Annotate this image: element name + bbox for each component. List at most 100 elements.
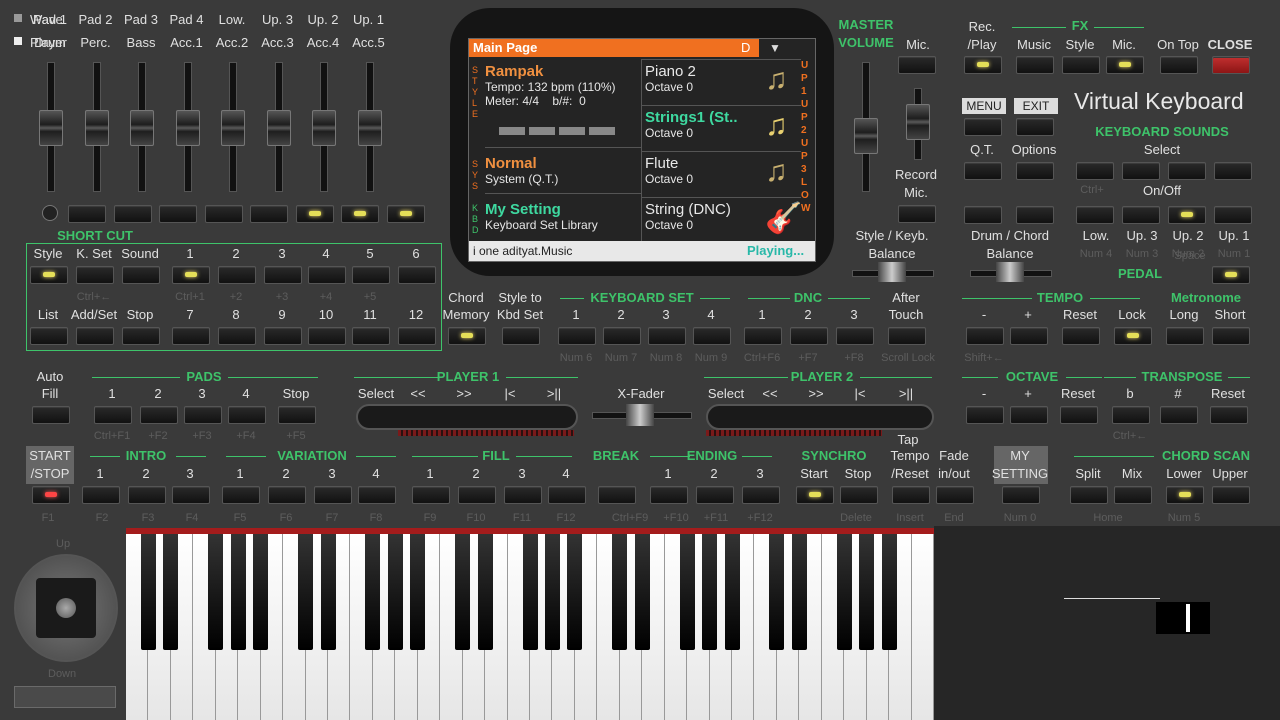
- black-key[interactable]: [612, 534, 628, 650]
- fader-knob[interactable]: [130, 110, 154, 146]
- top-right-button[interactable]: [1062, 56, 1100, 74]
- shortcut-row2-button[interactable]: [122, 327, 160, 345]
- master-mic-button[interactable]: [898, 56, 936, 74]
- black-key[interactable]: [769, 534, 785, 650]
- metro-long-button[interactable]: [1166, 327, 1204, 345]
- top-right-button[interactable]: [964, 56, 1002, 74]
- black-key[interactable]: [455, 534, 471, 650]
- drum-chord-knob[interactable]: [996, 262, 1024, 282]
- black-key[interactable]: [298, 534, 314, 650]
- mixer-mute-button[interactable]: [295, 205, 334, 223]
- shortcut-row2-button[interactable]: [76, 327, 114, 345]
- fader-knob[interactable]: [221, 110, 245, 146]
- shortcut-row1-button[interactable]: [218, 266, 256, 284]
- after-touch-button[interactable]: [888, 327, 926, 345]
- shortcut-row2-button[interactable]: [308, 327, 346, 345]
- pad-button[interactable]: [278, 406, 316, 424]
- fader-knob[interactable]: [266, 110, 291, 146]
- black-key[interactable]: [522, 534, 538, 650]
- dnc-button[interactable]: [744, 327, 782, 345]
- sound-onoff-button[interactable]: [1214, 206, 1252, 224]
- player-led[interactable]: [14, 37, 22, 45]
- sound-onoff-button[interactable]: [1168, 206, 1206, 224]
- fill-button[interactable]: [412, 486, 450, 504]
- black-key[interactable]: [163, 534, 179, 650]
- note-icon[interactable]: 🎸: [765, 201, 802, 236]
- kbd-cell[interactable]: My Setting Keyboard Set Library: [485, 201, 598, 232]
- black-key[interactable]: [679, 534, 695, 650]
- menu-action-button[interactable]: [964, 118, 1002, 136]
- shortcut-row1-button[interactable]: [122, 266, 160, 284]
- tempo-button[interactable]: [966, 327, 1004, 345]
- mic-fader-knob[interactable]: [906, 104, 930, 140]
- player2-display[interactable]: [706, 404, 934, 430]
- mixer-mute-button[interactable]: [250, 205, 288, 223]
- shortcut-row1-button[interactable]: [352, 266, 390, 284]
- black-key[interactable]: [320, 534, 336, 650]
- start-stop-button[interactable]: [32, 486, 70, 504]
- fader-knob[interactable]: [84, 110, 109, 146]
- drum-chord-button-2[interactable]: [1016, 206, 1054, 224]
- variation-button[interactable]: [314, 486, 352, 504]
- ending-button[interactable]: [742, 486, 780, 504]
- ending-button[interactable]: [696, 486, 734, 504]
- exit-button[interactable]: EXIT: [1014, 98, 1058, 114]
- qt-button[interactable]: [964, 162, 1002, 180]
- tempo-button[interactable]: [1062, 327, 1100, 345]
- pad-button[interactable]: [184, 406, 222, 424]
- mixer-mute-button[interactable]: [386, 205, 425, 223]
- black-key[interactable]: [567, 534, 583, 650]
- top-right-button[interactable]: [1016, 56, 1054, 74]
- fader-knob[interactable]: [312, 110, 336, 146]
- black-key[interactable]: [724, 534, 740, 650]
- sync-stop-button[interactable]: [840, 486, 878, 504]
- mixer-select-knob[interactable]: [42, 205, 58, 221]
- black-key[interactable]: [881, 534, 897, 650]
- joystick[interactable]: [14, 554, 118, 662]
- mixer-mute-button[interactable]: [341, 205, 379, 223]
- shortcut-row1-button[interactable]: [398, 266, 436, 284]
- transpose-button[interactable]: [1112, 406, 1150, 424]
- ending-button[interactable]: [650, 486, 688, 504]
- chordscan-button[interactable]: [1166, 486, 1204, 504]
- fade-button[interactable]: [936, 486, 974, 504]
- shortcut-row2-button[interactable]: [398, 327, 436, 345]
- break-button[interactable]: [598, 486, 636, 504]
- fader-knob[interactable]: [357, 110, 382, 146]
- top-right-button[interactable]: [1160, 56, 1198, 74]
- record-mic-button[interactable]: [898, 205, 936, 223]
- xfader-knob[interactable]: [626, 404, 654, 426]
- mixer-mute-button[interactable]: [113, 205, 152, 223]
- fill-button[interactable]: [548, 486, 586, 504]
- mixer-mute-button[interactable]: [204, 205, 243, 223]
- shortcut-row1-button[interactable]: [264, 266, 302, 284]
- kset-button[interactable]: [648, 327, 686, 345]
- drum-chord-button-1[interactable]: [964, 206, 1002, 224]
- black-key[interactable]: [140, 534, 156, 650]
- sound-onoff-button[interactable]: [1122, 206, 1160, 224]
- shortcut-row1-button[interactable]: [172, 266, 210, 284]
- sys-cell[interactable]: Normal System (Q.T.): [485, 155, 558, 186]
- black-key[interactable]: [253, 534, 269, 650]
- variation-button[interactable]: [268, 486, 306, 504]
- shortcut-row2-button[interactable]: [30, 327, 68, 345]
- shortcut-row2-button[interactable]: [172, 327, 210, 345]
- metro-short-button[interactable]: [1212, 327, 1250, 345]
- dnc-button[interactable]: [790, 327, 828, 345]
- chordscan-button[interactable]: [1212, 486, 1250, 504]
- mixer-mute-button[interactable]: [159, 205, 197, 223]
- master-fader-knob[interactable]: [854, 118, 878, 154]
- shortcut-row2-button[interactable]: [218, 327, 256, 345]
- menu-button[interactable]: MENU: [962, 98, 1006, 114]
- fader-knob[interactable]: [39, 110, 63, 146]
- note-icon[interactable]: ♫: [765, 155, 788, 189]
- intro-button[interactable]: [128, 486, 166, 504]
- sound-select-button[interactable]: [1076, 162, 1114, 180]
- pad-button[interactable]: [94, 406, 132, 424]
- intro-button[interactable]: [82, 486, 120, 504]
- black-key[interactable]: [791, 534, 807, 650]
- pad-button[interactable]: [228, 406, 266, 424]
- shortcut-row1-button[interactable]: [30, 266, 68, 284]
- chordscan-button[interactable]: [1114, 486, 1152, 504]
- pedal-button[interactable]: [1212, 266, 1250, 284]
